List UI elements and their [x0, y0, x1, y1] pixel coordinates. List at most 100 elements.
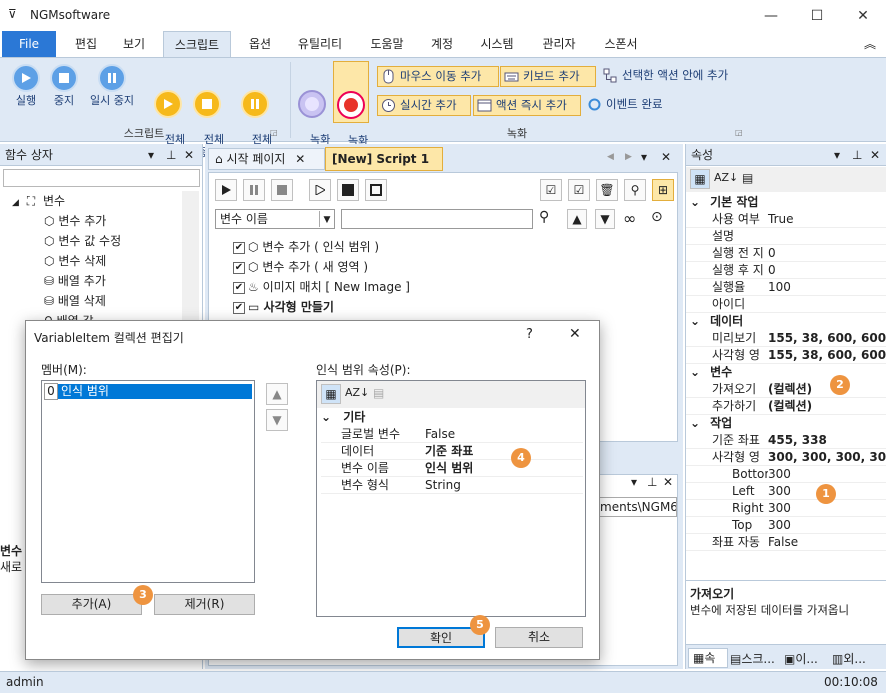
close-icon[interactable]: ✕ [870, 144, 880, 166]
pin-icon[interactable]: ⊥ [647, 475, 657, 489]
property-row[interactable]: 실행 후 지0 [686, 262, 886, 279]
menu-admin[interactable]: 관리자 [534, 31, 584, 57]
menu-sponsor[interactable]: 스폰서 [596, 31, 646, 57]
search-icon[interactable]: ⚲ [624, 179, 646, 201]
action-item[interactable]: ✔ ⬡ 변수 추가 ( 인식 범위 ) [233, 237, 410, 257]
check-all-icon[interactable]: ☑ [540, 179, 562, 201]
expand-icon[interactable]: ◢ [12, 198, 19, 208]
stop-icon[interactable] [271, 179, 293, 201]
categorized-icon[interactable]: ▦ [321, 384, 341, 404]
group-launcher-icon[interactable]: ◲ [735, 128, 743, 137]
run-icon[interactable] [215, 179, 237, 201]
chevron-down-icon[interactable]: ▼ [319, 211, 334, 227]
tab-properties[interactable]: ▦속 [688, 648, 728, 668]
tree-root[interactable]: ◢ ⛶ 변수 [12, 192, 65, 209]
minimize-button[interactable]: — [748, 0, 794, 31]
property-row[interactable]: 사각형 영 155, 38, 600, 600 [686, 347, 886, 364]
property-row[interactable]: 사각형 영 300, 300, 300, 300 [686, 449, 886, 466]
property-row[interactable]: 좌표 자동 False [686, 534, 886, 551]
menu-utility[interactable]: 유틸리티 [290, 31, 350, 57]
chevron-down-icon[interactable]: ⌄ [690, 314, 700, 328]
sort-alpha-icon[interactable]: AZ↓ [714, 171, 738, 184]
pause-icon[interactable] [243, 179, 265, 201]
property-pages-icon[interactable]: ▤ [373, 386, 384, 400]
function-search-input[interactable] [3, 169, 200, 187]
cancel-button[interactable]: 취소 [495, 627, 583, 648]
action-item[interactable]: ✔ ♨ 이미지 매치 [ New Image ] [233, 277, 410, 297]
run-selected-icon[interactable] [365, 179, 387, 201]
property-row[interactable]: 미리보기 155, 38, 600, 600 [686, 330, 886, 347]
chevron-down-icon[interactable]: ⌄ [690, 416, 700, 430]
run-from-icon[interactable] [337, 179, 359, 201]
close-icon[interactable]: ✕ [184, 144, 194, 166]
property-row[interactable]: 데이터 기준 좌표 [321, 443, 583, 460]
property-row[interactable]: Top 300 [686, 517, 886, 534]
check-icon[interactable]: ☑ [568, 179, 590, 201]
variable-value-input[interactable] [341, 209, 533, 229]
property-row[interactable]: 추가하기 (컬렉션) [686, 398, 886, 415]
system-menu-icon[interactable]: ⊽ [8, 7, 17, 21]
group-launcher-icon[interactable]: ◲ [270, 128, 278, 137]
delete-icon[interactable]: 🗑 [596, 179, 618, 201]
record-stop-button[interactable]: 녹화 중지 [333, 61, 369, 160]
sort-alpha-icon[interactable]: AZ↓ [345, 386, 369, 399]
dropdown-icon[interactable]: ▾ [148, 144, 154, 166]
run-button[interactable]: 실행 [6, 64, 46, 107]
property-row[interactable]: 변수 이름 인식 범위 [321, 460, 583, 477]
event-done-button[interactable]: 이벤트 완료 [584, 95, 663, 116]
chevron-down-icon[interactable]: ⌄ [321, 410, 331, 424]
dialog-close-button[interactable]: ✕ [569, 326, 581, 342]
property-row[interactable]: 아이디 [686, 296, 886, 313]
property-row[interactable]: Right 300 [686, 500, 886, 517]
add-button[interactable]: 추가(A) [41, 594, 142, 615]
property-row[interactable]: 가져오기 (컬렉션) [686, 381, 886, 398]
add-inside-action-button[interactable]: 선택한 액션 안에 추가 [600, 66, 728, 87]
tab-image[interactable]: ▣이... [784, 650, 818, 667]
add-action-now-button[interactable]: 액션 즉시 추가 [473, 95, 581, 116]
menu-edit[interactable]: 편집 [66, 31, 106, 57]
menu-options[interactable]: 옵션 [240, 31, 280, 57]
path-field[interactable]: ments\NGM6\ [599, 497, 677, 517]
move-down-button[interactable]: ▼ [266, 409, 288, 431]
section-header[interactable]: ⌄ 기본 작업 [686, 194, 886, 211]
move-up-icon[interactable]: ▲ [567, 209, 587, 229]
list-item[interactable]: ⛁ 배열 추가 [44, 271, 121, 291]
add-keyboard-button[interactable]: 키보드 추가 [500, 66, 596, 87]
dropdown-icon[interactable]: ▾ [641, 150, 647, 164]
tab-external[interactable]: ▥외... [832, 650, 866, 667]
chevron-down-icon[interactable]: ⌄ [690, 365, 700, 379]
list-item[interactable]: 0 인식 범위 [44, 383, 254, 400]
property-row[interactable]: 실행 전 지0 [686, 245, 886, 262]
list-item[interactable]: ⬡ 변수 값 수정 [44, 231, 121, 251]
section-header[interactable]: ⌄ 변수 [686, 364, 886, 381]
property-row[interactable]: 실행율 100 [686, 279, 886, 296]
section-header[interactable]: ⌄ 작업 [686, 415, 886, 432]
menu-system[interactable]: 시스템 [472, 31, 522, 57]
dropdown-icon[interactable]: ▾ [834, 144, 840, 166]
checkbox[interactable]: ✔ [233, 301, 245, 314]
menu-help[interactable]: 도움말 [362, 31, 412, 57]
action-item[interactable]: ✔ ⬡ 변수 추가 ( 새 영역 ) [233, 257, 410, 277]
property-row[interactable]: 기준 좌표 455, 338 [686, 432, 886, 449]
property-row[interactable]: 글로벌 변수 False [321, 426, 583, 443]
list-item[interactable]: ⬡ 변수 추가 [44, 211, 121, 231]
menu-script[interactable]: 스크립트 [163, 31, 231, 58]
more-icon[interactable]: ⊙ [651, 209, 663, 225]
loop-icon[interactable]: ∞ [623, 209, 636, 228]
checkbox[interactable]: ✔ [233, 261, 245, 274]
dropdown-icon[interactable]: ▾ [631, 475, 637, 489]
members-list[interactable]: 0 인식 범위 [41, 380, 255, 583]
close-icon[interactable]: ✕ [663, 475, 673, 489]
tab-start-page[interactable]: ⌂ 시작 페이지 ✕ [208, 148, 325, 170]
maximize-button[interactable]: ☐ [794, 0, 840, 31]
checkbox[interactable]: ✔ [233, 241, 245, 254]
tree-view-icon[interactable]: ⊞ [652, 179, 674, 201]
variable-name-select[interactable]: 변수 이름 ▼ [215, 209, 335, 229]
tab-script-1[interactable]: [New] Script 1 ✕ [325, 147, 443, 188]
menu-file[interactable]: File [2, 31, 56, 57]
pin-icon[interactable]: ⊥ [166, 144, 176, 166]
property-row[interactable]: 설명 [686, 228, 886, 245]
scroll-left-icon[interactable]: ◀ [607, 152, 614, 162]
close-icon[interactable]: ✕ [661, 150, 671, 164]
pause-button[interactable]: 일시 중지 [84, 64, 140, 107]
